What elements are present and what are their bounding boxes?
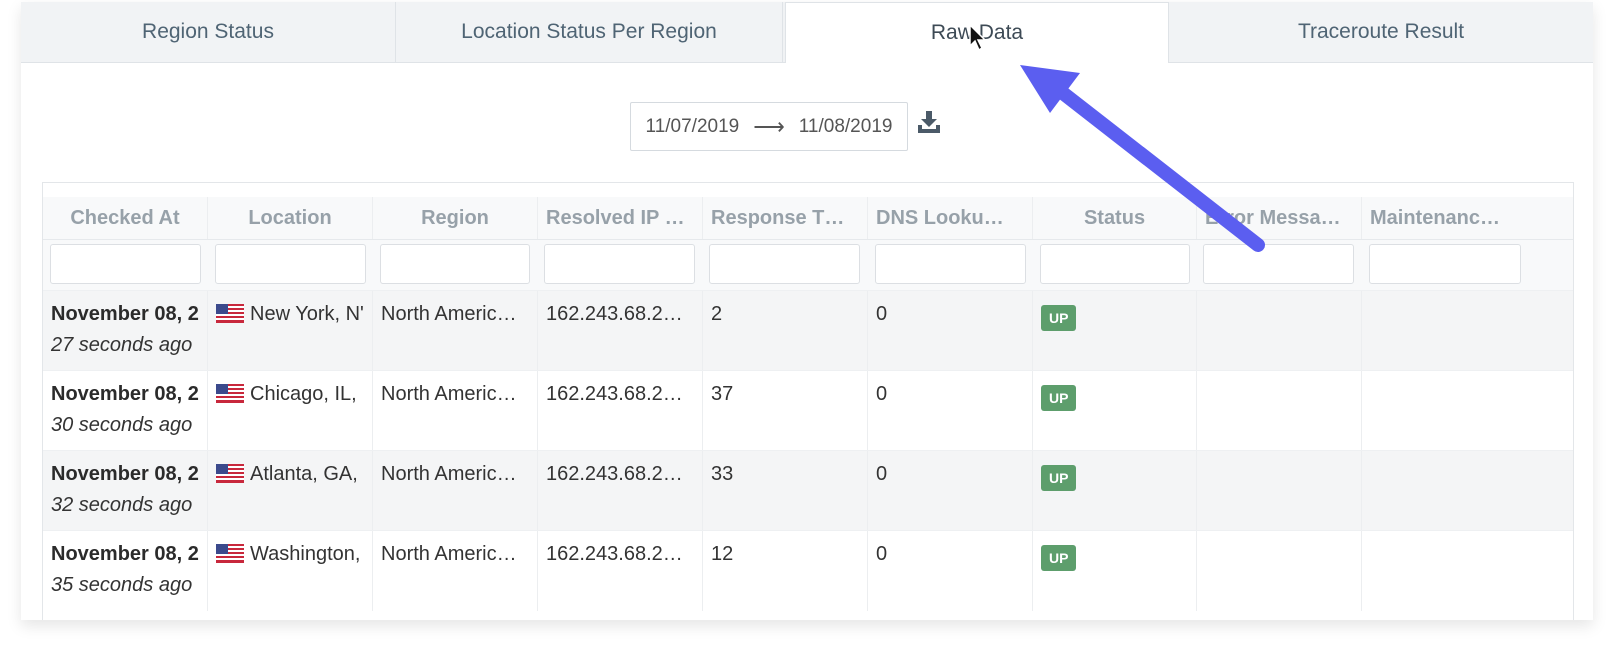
- cell-dns-lookup: 0: [868, 531, 1033, 611]
- column-header-resolved-ip[interactable]: Resolved IP …: [538, 197, 703, 239]
- date-range-arrow: ⟶: [753, 113, 785, 139]
- cell-region: North Americ…: [373, 531, 538, 611]
- tab-region-status[interactable]: Region Status: [21, 2, 396, 62]
- filter-dns-lookup[interactable]: [875, 244, 1026, 284]
- cell-response-time: 2: [703, 291, 868, 371]
- cell-location: Washington,: [208, 531, 373, 611]
- cell-region: North Americ…: [373, 291, 538, 371]
- cell-response-time: 12: [703, 531, 868, 611]
- date-range-start: 11/07/2019: [645, 115, 740, 137]
- raw-data-panel: Region Status Location Status Per Region…: [21, 2, 1593, 620]
- column-header-dns-lookup[interactable]: DNS Looku…: [868, 197, 1033, 239]
- table-row[interactable]: November 08, 2 32 seconds ago Atlanta, G…: [43, 450, 1573, 531]
- download-icon[interactable]: [916, 109, 942, 135]
- table-row[interactable]: November 08, 2 27 seconds ago New York, …: [43, 290, 1573, 371]
- cell-error-message: [1197, 371, 1362, 451]
- column-header-region[interactable]: Region: [373, 197, 538, 239]
- cell-checked-at: November 08, 2 27 seconds ago: [43, 291, 208, 371]
- us-flag-icon: [216, 464, 244, 483]
- cell-status: UP: [1033, 291, 1197, 371]
- status-badge: UP: [1041, 385, 1077, 411]
- cell-checked-at: November 08, 2 35 seconds ago: [43, 531, 208, 611]
- cell-status: UP: [1033, 371, 1197, 451]
- cell-response-time: 33: [703, 451, 868, 531]
- us-flag-icon: [216, 304, 244, 323]
- cell-error-message: [1197, 531, 1362, 611]
- filter-row: [43, 240, 1573, 290]
- us-flag-icon: [216, 384, 244, 403]
- filter-response-time[interactable]: [709, 244, 860, 284]
- cell-resolved-ip: 162.243.68.2…: [538, 371, 703, 451]
- cell-maintenance: [1362, 451, 1529, 531]
- column-header-response-time[interactable]: Response T…: [703, 197, 868, 239]
- column-header-location[interactable]: Location: [208, 197, 373, 239]
- date-range-picker[interactable]: 11/07/2019 ⟶ 11/08/2019: [630, 102, 908, 151]
- filter-checked-at[interactable]: [50, 244, 201, 284]
- cell-region: North Americ…: [373, 451, 538, 531]
- cell-resolved-ip: 162.243.68.2…: [538, 451, 703, 531]
- table-row[interactable]: November 08, 2 35 seconds ago Washington…: [43, 530, 1573, 611]
- status-badge: UP: [1041, 305, 1077, 331]
- cell-status: UP: [1033, 531, 1197, 611]
- column-header-maintenance[interactable]: Maintenanc…: [1362, 197, 1529, 239]
- us-flag-icon: [216, 544, 244, 563]
- filter-region[interactable]: [380, 244, 530, 284]
- cell-location: Atlanta, GA,: [208, 451, 373, 531]
- cell-resolved-ip: 162.243.68.2…: [538, 531, 703, 611]
- column-header-error-message[interactable]: Error Messa…: [1197, 197, 1362, 239]
- cell-dns-lookup: 0: [868, 451, 1033, 531]
- cell-location: New York, N': [208, 291, 373, 371]
- tab-location-status-per-region[interactable]: Location Status Per Region: [396, 2, 783, 62]
- mouse-cursor-icon: [969, 24, 987, 52]
- column-header-status[interactable]: Status: [1033, 197, 1197, 239]
- tab-traceroute-result[interactable]: Traceroute Result: [1169, 2, 1593, 62]
- tab-bar: Region Status Location Status Per Region…: [21, 2, 1593, 63]
- cell-resolved-ip: 162.243.68.2…: [538, 291, 703, 371]
- cell-maintenance: [1362, 531, 1529, 611]
- cell-dns-lookup: 0: [868, 371, 1033, 451]
- raw-data-table: Checked At Location Region Resolved IP ……: [42, 182, 1574, 620]
- cell-checked-at: November 08, 2 30 seconds ago: [43, 371, 208, 451]
- cell-status: UP: [1033, 451, 1197, 531]
- table-header: Checked At Location Region Resolved IP ……: [43, 197, 1573, 240]
- status-badge: UP: [1041, 465, 1077, 491]
- cell-location: Chicago, IL,: [208, 371, 373, 451]
- filter-location[interactable]: [215, 244, 366, 284]
- filter-maintenance[interactable]: [1369, 244, 1521, 284]
- filter-error-message[interactable]: [1203, 244, 1354, 284]
- cell-dns-lookup: 0: [868, 291, 1033, 371]
- cell-region: North Americ…: [373, 371, 538, 451]
- status-badge: UP: [1041, 545, 1077, 571]
- table-row[interactable]: November 08, 2 30 seconds ago Chicago, I…: [43, 370, 1573, 451]
- cell-error-message: [1197, 451, 1362, 531]
- cell-response-time: 37: [703, 371, 868, 451]
- cell-checked-at: November 08, 2 32 seconds ago: [43, 451, 208, 531]
- filter-status[interactable]: [1040, 244, 1190, 284]
- filter-resolved-ip[interactable]: [544, 244, 695, 284]
- cell-maintenance: [1362, 291, 1529, 371]
- column-header-checked-at[interactable]: Checked At: [43, 197, 208, 239]
- cell-error-message: [1197, 291, 1362, 371]
- date-range-end: 11/08/2019: [798, 115, 893, 137]
- cell-maintenance: [1362, 371, 1529, 451]
